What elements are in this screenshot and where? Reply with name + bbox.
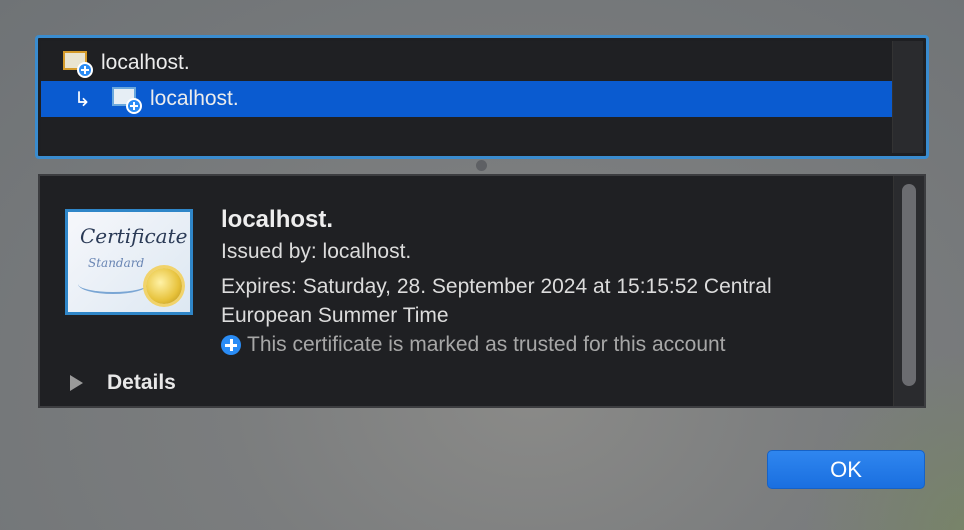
split-view-handle[interactable]: [476, 160, 487, 171]
certificate-title: localhost.: [221, 206, 334, 233]
ok-button[interactable]: OK: [767, 450, 925, 489]
certificate-seal-icon: [146, 268, 182, 304]
chain-item-root[interactable]: localhost.: [41, 45, 896, 81]
certificate-graphic-heading: Certificate: [80, 224, 188, 248]
trust-status-text: This certificate is marked as trusted fo…: [247, 333, 726, 356]
disclosure-triangle-icon[interactable]: [70, 375, 83, 391]
detail-scrollbar[interactable]: [893, 176, 924, 406]
certificate-swirl-decoration: [78, 274, 148, 294]
certificate-detail-panel: Certificate Standard localhost. Issued b…: [38, 174, 926, 408]
certificate-trusted-icon: [63, 50, 93, 78]
chain-scrollbar[interactable]: [892, 41, 923, 153]
hierarchy-arrow-icon: ↳: [74, 88, 91, 111]
chain-item-leaf-selected[interactable]: ↳ localhost.: [41, 81, 896, 117]
detail-scrollbar-thumb[interactable]: [902, 184, 916, 386]
chain-list-content: localhost. ↳ localhost.: [41, 41, 923, 153]
certificate-large-icon: Certificate Standard: [65, 209, 193, 315]
certificate-trusted-icon: [112, 86, 142, 114]
certificate-chain-list[interactable]: localhost. ↳ localhost.: [35, 35, 929, 159]
certificate-graphic-subheading: Standard: [88, 256, 145, 270]
details-label: Details: [107, 371, 176, 394]
trusted-plus-icon: [221, 335, 241, 355]
chain-item-label: localhost.: [150, 87, 239, 110]
issued-by-text: Issued by: localhost.: [221, 240, 412, 263]
chain-item-label: localhost.: [101, 51, 190, 74]
expires-text: Expires: Saturday, 28. September 2024 at…: [221, 275, 772, 327]
details-disclosure[interactable]: Details: [70, 371, 176, 395]
trust-status: This certificate is marked as trusted fo…: [221, 333, 726, 357]
